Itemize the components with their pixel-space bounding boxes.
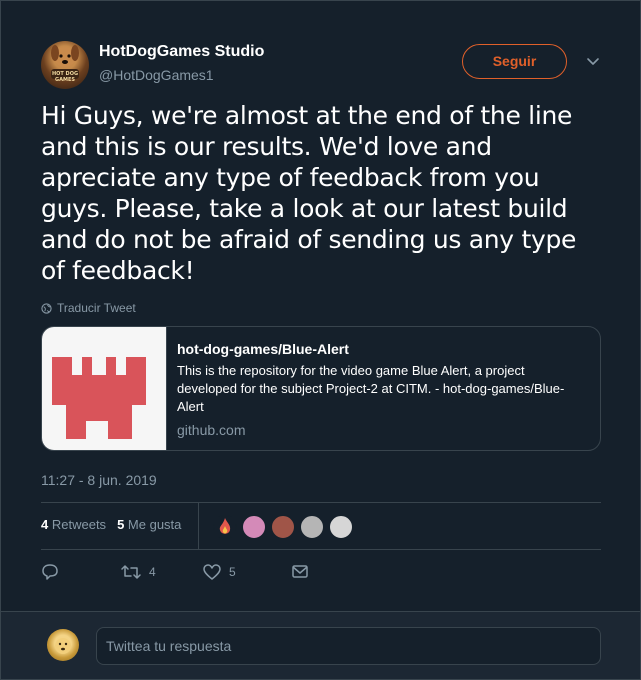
liker-avatar-fire[interactable] <box>213 515 237 539</box>
translate-link[interactable]: Traducir Tweet <box>41 301 136 315</box>
tweet-text: Hi Guys, we're almost at the end of the … <box>41 101 577 285</box>
link-domain: github.com <box>177 422 246 438</box>
link-title[interactable]: hot-dog-games/Blue-Alert <box>177 340 588 358</box>
tweet-actions: 4 5 <box>41 563 309 581</box>
likes-label: Me gusta <box>127 517 182 532</box>
tweet-timestamp[interactable]: 11:27 - 8 jun. 2019 <box>41 472 157 488</box>
message-action[interactable] <box>291 564 309 580</box>
reply-input[interactable]: Twittea tu respuesta <box>96 627 601 665</box>
likers-row <box>213 515 358 539</box>
liker-avatar-glasses[interactable] <box>300 515 324 539</box>
retweets-stat[interactable]: 4 Retweets <box>41 517 106 532</box>
stats-separator <box>198 503 199 549</box>
author-name[interactable]: HotDogGames Studio <box>99 43 264 61</box>
likes-count: 5 <box>117 517 125 532</box>
globe-icon <box>41 302 52 314</box>
divider <box>41 502 601 503</box>
engagement-stats: 4 Retweets 5 Me gusta <box>41 517 181 532</box>
translate-label[interactable]: Traducir Tweet <box>57 301 136 315</box>
retweet-action[interactable]: 4 <box>121 564 203 580</box>
divider <box>41 549 601 550</box>
liker-avatar-red[interactable] <box>271 515 295 539</box>
castle-thumbnail[interactable] <box>42 327 167 450</box>
follow-button[interactable]: Seguir <box>462 44 567 79</box>
dog-avatar-icon <box>55 638 71 654</box>
heart-icon <box>203 564 221 580</box>
retweet-icon <box>121 565 141 579</box>
author-handle[interactable]: @HotDogGames1 <box>99 67 214 83</box>
retweets-label: Retweets <box>51 517 107 532</box>
liker-avatar-anime[interactable] <box>329 515 353 539</box>
link-preview-card[interactable]: hot-dog-games/Blue-Alert This is the rep… <box>41 326 601 451</box>
reply-bar: Twittea tu respuesta <box>0 611 641 680</box>
current-user-avatar[interactable] <box>47 629 79 661</box>
like-action[interactable]: 5 <box>203 564 291 580</box>
link-body: hot-dog-games/Blue-Alert This is the rep… <box>167 327 600 450</box>
reply-action[interactable] <box>41 563 121 581</box>
envelope-icon <box>292 565 308 578</box>
retweet-count: 4 <box>149 565 156 579</box>
avatar-caption: HOT DOG GAMES <box>51 71 79 83</box>
castle-icon <box>52 357 146 439</box>
tweet-card: HOT DOG GAMES HotDogGames Studio @HotDog… <box>0 0 641 611</box>
link-description: This is the repository for the video gam… <box>177 363 565 414</box>
fire-icon <box>219 518 231 534</box>
likes-stat[interactable]: 5 Me gusta <box>117 517 181 532</box>
retweets-count: 4 <box>41 517 49 532</box>
liker-avatar-pink[interactable] <box>242 515 266 539</box>
like-count: 5 <box>229 565 236 579</box>
reply-icon <box>42 564 58 580</box>
chevron-down-icon[interactable] <box>585 56 601 68</box>
author-avatar[interactable]: HOT DOG GAMES <box>41 41 89 89</box>
